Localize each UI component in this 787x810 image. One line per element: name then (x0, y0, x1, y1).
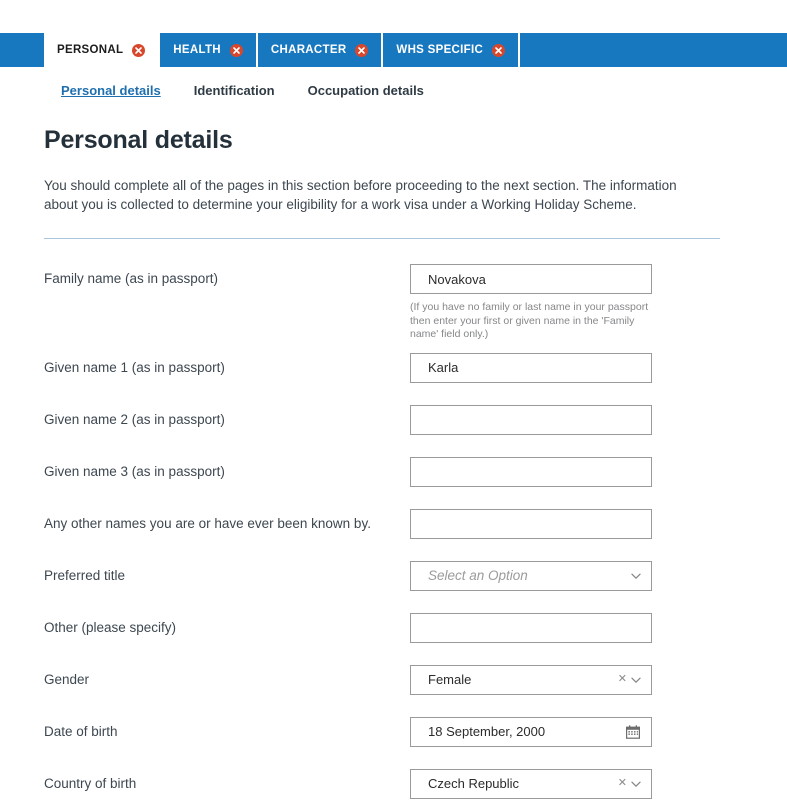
label-given-name-3: Given name 3 (as in passport) (44, 463, 225, 479)
row-gap (44, 654, 787, 665)
tab-health[interactable]: HEALTH (160, 33, 258, 67)
gender-value: Female (428, 672, 472, 687)
country-of-birth-select[interactable]: Czech Republic ✕ (410, 768, 652, 799)
other-specify-input[interactable] (410, 612, 652, 643)
field-group-given-name-3 (410, 456, 652, 487)
row-gap (44, 706, 787, 717)
sub-navigation: Personal details Identification Occupati… (0, 67, 787, 99)
row-gap (44, 342, 787, 353)
tab-whs-specific-label: WHS SPECIFIC (396, 44, 484, 56)
tab-personal-label: PERSONAL (57, 44, 124, 56)
form-row-other-names: Any other names you are or have ever bee… (44, 508, 787, 550)
given-name-2-input[interactable] (410, 404, 652, 435)
field-group-date-of-birth: 18 September, 2000 (410, 716, 652, 747)
close-circle-icon[interactable] (355, 43, 369, 57)
given-name-1-value: Karla (428, 360, 459, 375)
form-row-given-name-2: Given name 2 (as in passport) (44, 404, 787, 446)
sub-nav-item-identification[interactable]: Identification (194, 83, 275, 98)
label-preferred-title: Preferred title (44, 567, 126, 583)
other-names-input[interactable] (410, 508, 652, 539)
field-group-gender: Female ✕ (410, 664, 652, 695)
tab-bar-filler (520, 33, 787, 67)
close-circle-icon[interactable] (492, 43, 506, 57)
field-group-family-name: Novakova (If you have no family or last … (410, 264, 652, 342)
label-gender: Gender (44, 671, 90, 687)
section-divider (44, 238, 720, 239)
tab-health-label: HEALTH (173, 44, 221, 56)
date-of-birth-adornments (625, 724, 643, 740)
tab-character[interactable]: CHARACTER (258, 33, 384, 67)
chevron-down-icon[interactable] (629, 673, 643, 687)
page-title: Personal details (44, 126, 233, 154)
tab-personal[interactable]: PERSONAL (44, 33, 161, 67)
main-content: Personal details You should complete all… (0, 126, 787, 810)
row-gap (44, 446, 787, 457)
country-of-birth-value: Czech Republic (428, 776, 520, 791)
row-gap (44, 758, 787, 769)
form-row-country-of-birth: Country of birth Czech Republic ✕ (44, 768, 787, 810)
field-group-preferred-title: Select an Option (410, 560, 652, 591)
label-country-of-birth: Country of birth (44, 775, 137, 791)
country-of-birth-adornments: ✕ (618, 777, 643, 791)
tab-character-label: CHARACTER (270, 44, 347, 56)
label-other-specify: Other (please specify) (44, 619, 177, 635)
label-date-of-birth: Date of birth (44, 723, 118, 739)
field-group-given-name-2 (410, 404, 652, 435)
preferred-title-placeholder: Select an Option (428, 568, 528, 583)
chevron-down-icon[interactable] (629, 777, 643, 791)
section-tab-bar: PERSONAL HEALTH CHARACTER WHS SPECIFIC (0, 33, 787, 67)
clear-x-icon[interactable]: ✕ (618, 674, 627, 685)
family-name-help-text: (If you have no family or last name in y… (410, 301, 649, 340)
tab-bar-lead (0, 33, 44, 67)
gender-adornments: ✕ (618, 673, 643, 687)
form-row-given-name-3: Given name 3 (as in passport) (44, 456, 787, 498)
form-row-given-name-1: Given name 1 (as in passport) Karla (44, 352, 787, 394)
field-group-other-names (410, 508, 652, 539)
label-given-name-1: Given name 1 (as in passport) (44, 359, 225, 375)
field-group-other-specify (410, 612, 652, 643)
clear-x-icon[interactable]: ✕ (618, 778, 627, 789)
sub-nav-item-occupation-details[interactable]: Occupation details (308, 83, 424, 98)
row-gap (44, 602, 787, 613)
page-intro-text: You should complete all of the pages in … (44, 178, 677, 212)
preferred-title-adornments (629, 569, 643, 583)
field-group-given-name-1: Karla (410, 352, 652, 383)
given-name-1-input[interactable]: Karla (410, 352, 652, 383)
chevron-down-icon[interactable] (629, 569, 643, 583)
label-given-name-2: Given name 2 (as in passport) (44, 411, 225, 427)
field-group-country-of-birth: Czech Republic ✕ (410, 768, 652, 799)
form-row-preferred-title: Preferred title Select an Option (44, 560, 787, 602)
top-spacer (0, 0, 787, 33)
form-row-date-of-birth: Date of birth 18 September, 2000 (44, 716, 787, 758)
label-other-names: Any other names you are or have ever bee… (44, 515, 371, 531)
gender-select[interactable]: Female ✕ (410, 664, 652, 695)
calendar-icon[interactable] (625, 724, 643, 740)
label-family-name: Family name (as in passport) (44, 271, 219, 286)
family-name-value: Novakova (428, 271, 486, 287)
personal-details-form: Family name (as in passport) Novakova (I… (44, 264, 787, 810)
row-gap (44, 498, 787, 509)
row-gap (44, 550, 787, 561)
sub-nav-item-personal-details[interactable]: Personal details (61, 83, 161, 98)
form-row-family-name: Family name (as in passport) Novakova (I… (44, 264, 787, 342)
close-circle-icon[interactable] (132, 43, 146, 57)
close-circle-icon[interactable] (229, 43, 243, 57)
date-of-birth-input[interactable]: 18 September, 2000 (410, 716, 652, 747)
form-row-other-specify: Other (please specify) (44, 612, 787, 654)
form-row-gender: Gender Female ✕ (44, 664, 787, 706)
preferred-title-select[interactable]: Select an Option (410, 560, 652, 591)
given-name-3-input[interactable] (410, 456, 652, 487)
date-of-birth-value: 18 September, 2000 (428, 724, 546, 739)
tab-whs-specific[interactable]: WHS SPECIFIC (383, 33, 521, 67)
family-name-input[interactable]: Novakova (410, 264, 652, 294)
row-gap (44, 394, 787, 405)
